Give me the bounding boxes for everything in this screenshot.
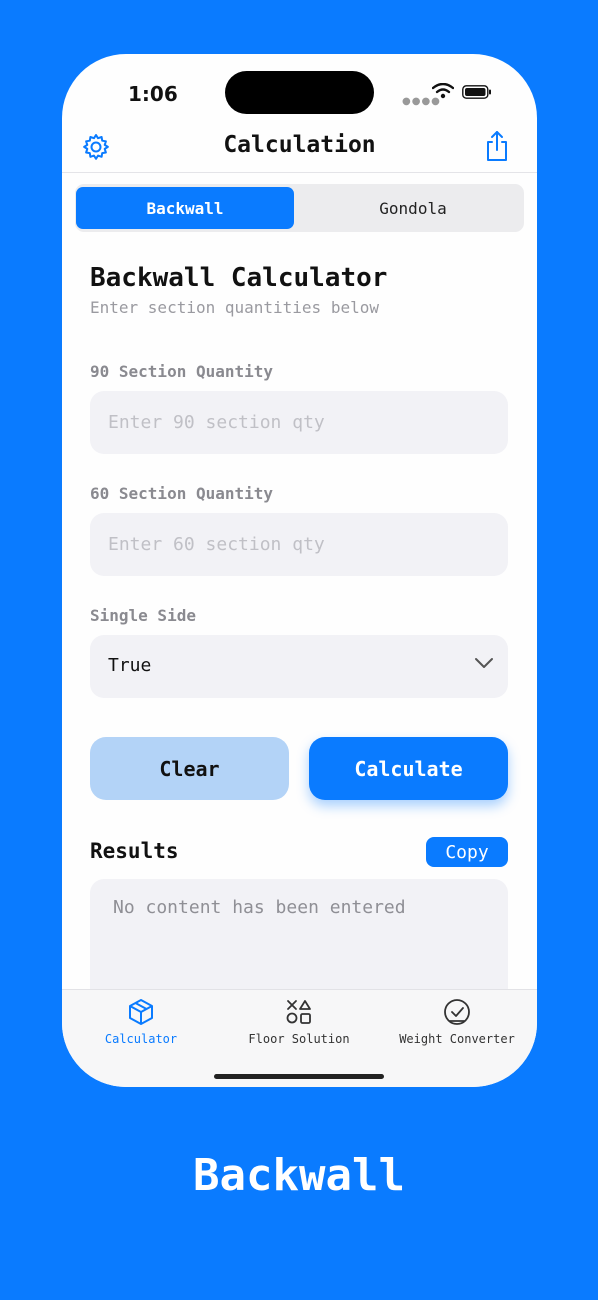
caption-title: Backwall <box>193 1150 405 1201</box>
share-icon[interactable] <box>483 130 511 162</box>
section-60-input[interactable] <box>90 513 508 576</box>
single-side-value: True <box>108 655 152 676</box>
single-side-select[interactable]: True <box>90 635 508 698</box>
wifi-icon <box>432 83 454 99</box>
cube-icon <box>129 999 153 1025</box>
tab-floor-solution[interactable]: Floor Solution <box>220 990 378 1060</box>
battery-icon <box>462 85 491 99</box>
shapes-icon <box>286 1000 311 1024</box>
scale-icon <box>444 999 470 1025</box>
segment-backwall[interactable]: Backwall <box>76 187 294 229</box>
field-60-label: 60 Section Quantity <box>90 484 274 503</box>
dynamic-island <box>225 71 374 114</box>
tab-bar: Calculator Floor Solution Weight Convert… <box>62 989 537 1087</box>
phone-screen: 1:06 ●●●● Calculation Backwall Gondola B… <box>62 54 537 1087</box>
status-bar: 1:06 ●●●● <box>62 54 537 124</box>
tab-weight-converter[interactable]: Weight Converter <box>378 990 536 1060</box>
segment-gondola[interactable]: Gondola <box>304 187 522 229</box>
tab-calculator[interactable]: Calculator <box>62 990 220 1060</box>
results-title: Results <box>90 839 179 863</box>
navigation-bar: Calculation <box>62 124 537 173</box>
field-90-label: 90 Section Quantity <box>90 362 274 381</box>
tab-floor-solution-label: Floor Solution <box>248 1032 350 1046</box>
single-side-label: Single Side <box>90 606 196 625</box>
copy-button[interactable]: Copy <box>426 837 508 867</box>
calculate-button[interactable]: Calculate <box>309 737 508 800</box>
calculator-type-segment: Backwall Gondola <box>75 184 524 232</box>
clear-button[interactable]: Clear <box>90 737 289 800</box>
home-indicator <box>214 1074 384 1079</box>
chevron-down-icon <box>475 658 493 668</box>
tab-calculator-label: Calculator <box>104 1032 178 1046</box>
form-subheading: Enter section quantities below <box>90 298 379 317</box>
section-90-input[interactable] <box>90 391 508 454</box>
results-content: No content has been entered <box>113 897 406 918</box>
page-title: Calculation <box>223 132 376 158</box>
status-time: 1:06 <box>128 82 178 106</box>
form-heading: Backwall Calculator <box>90 263 388 293</box>
tab-weight-converter-label: Weight Converter <box>399 1032 515 1046</box>
